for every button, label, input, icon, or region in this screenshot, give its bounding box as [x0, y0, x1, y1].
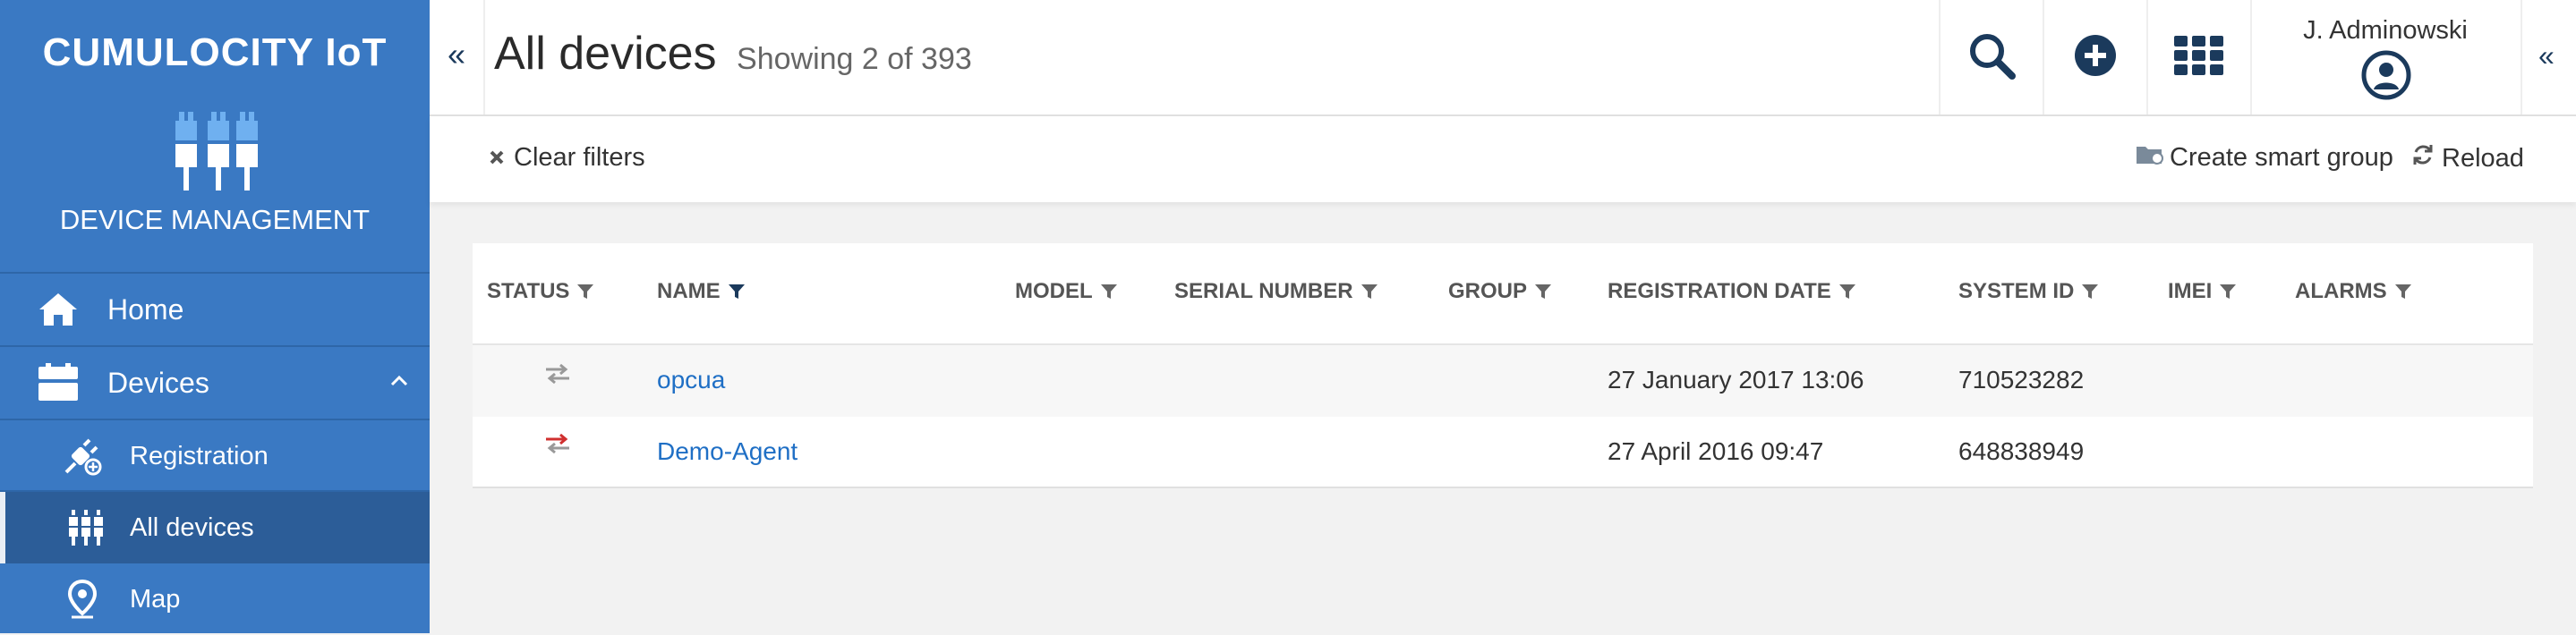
connection-unknown-icon	[544, 363, 571, 389]
device-name-link[interactable]: opcua	[657, 366, 725, 394]
column-header-system-id[interactable]: SYSTEM ID	[1958, 279, 2099, 304]
sidebar-item-home[interactable]: Home	[0, 274, 430, 345]
collapse-right-panel-icon[interactable]: «	[2538, 39, 2555, 72]
sidebar-item-label: Devices	[107, 366, 209, 399]
column-header-label: SERIAL NUMBER	[1174, 279, 1353, 303]
sidebar-item-map[interactable]: Map	[0, 563, 430, 635]
close-icon	[489, 143, 505, 173]
create-smart-group-button[interactable]: Create smart group	[2136, 143, 2393, 173]
column-header-model[interactable]: MODEL	[1015, 279, 1118, 304]
user-name[interactable]: J. Adminowski	[2256, 16, 2515, 46]
connection-error-icon	[544, 433, 571, 459]
filter-icon[interactable]	[2219, 283, 2237, 301]
reload-label: Reload	[2442, 143, 2524, 173]
registration-date-cell: 27 April 2016 09:47	[1608, 437, 1824, 465]
user-avatar-icon[interactable]	[2361, 50, 2411, 105]
sidebar-item-all-devices[interactable]: All devices	[0, 492, 430, 563]
column-header-alarms[interactable]: ALARMS	[2295, 279, 2412, 304]
create-smart-group-label: Create smart group	[2170, 143, 2393, 172]
column-header-serial-number[interactable]: SERIAL NUMBER	[1174, 279, 1378, 304]
filter-icon[interactable]	[1361, 283, 1378, 301]
system-id-cell: 648838949	[1958, 437, 2085, 465]
refresh-icon	[2411, 143, 2435, 174]
sidebar-item-label: All devices	[130, 512, 254, 542]
filter-icon[interactable]	[728, 283, 746, 301]
search-icon	[1967, 31, 2016, 84]
home-icon	[36, 287, 81, 332]
device-name-link[interactable]: Demo-Agent	[657, 437, 798, 466]
filter-icon[interactable]	[1534, 283, 1552, 301]
plug-icon	[63, 436, 102, 476]
brand-title: CUMULOCITY IoT	[42, 30, 388, 74]
column-header-label: SYSTEM ID	[1958, 279, 2075, 303]
device-count-subtitle: Showing 2 of 393	[737, 42, 972, 76]
filter-icon[interactable]	[2394, 283, 2412, 301]
column-header-label: NAME	[657, 279, 721, 303]
header-divider	[483, 0, 485, 114]
column-header-name[interactable]: NAME	[657, 279, 746, 304]
column-header-label: ALARMS	[2295, 279, 2387, 303]
clear-filters-button[interactable]: Clear filters	[489, 143, 645, 173]
column-header-group[interactable]: GROUP	[1448, 279, 1552, 304]
page-title: All devices Showing 2 of 393	[494, 27, 972, 80]
plus-circle-icon	[2074, 34, 2117, 81]
devices-icon	[36, 360, 81, 405]
sidebar-item-label: Registration	[130, 441, 269, 470]
column-header-label: REGISTRATION DATE	[1608, 279, 1831, 303]
search-button[interactable]	[1941, 0, 2043, 114]
reload-button[interactable]: Reload	[2411, 143, 2524, 174]
header-divider	[2521, 0, 2522, 114]
system-id-cell: 710523282	[1958, 366, 2085, 394]
column-header-label: MODEL	[1015, 279, 1093, 303]
app-switcher-button[interactable]	[2148, 0, 2250, 114]
column-header-label: IMEI	[2168, 279, 2213, 303]
column-header-label: GROUP	[1448, 279, 1528, 303]
column-header-registration-date[interactable]: REGISTRATION DATE	[1608, 279, 1856, 304]
collapse-sidebar-icon[interactable]: «	[448, 36, 465, 73]
chevron-up-icon[interactable]	[390, 374, 408, 391]
table-row[interactable]	[473, 343, 2533, 419]
filter-icon[interactable]	[2081, 283, 2099, 301]
sidebar-item-registration[interactable]: Registration	[0, 420, 430, 492]
devices-grid-icon	[68, 508, 107, 547]
registration-date-cell: 27 January 2017 13:06	[1608, 366, 1864, 394]
brand-subtitle: DEVICE MANAGEMENT	[59, 204, 371, 235]
column-header-status[interactable]: STATUS	[487, 279, 594, 304]
add-button[interactable]	[2044, 0, 2146, 114]
header-divider	[2250, 0, 2252, 114]
sidebar: CUMULOCITY IoT DEVICE MANAGEMENT Home De…	[0, 0, 430, 633]
filter-icon[interactable]	[576, 283, 594, 301]
filter-icon[interactable]	[1838, 283, 1856, 301]
device-management-logo-icon	[175, 112, 258, 190]
sidebar-item-label: Map	[130, 584, 181, 614]
column-header-imei[interactable]: IMEI	[2168, 279, 2237, 304]
column-header-label: STATUS	[487, 279, 570, 303]
clear-filters-label: Clear filters	[514, 143, 645, 172]
map-marker-icon	[63, 580, 102, 619]
sidebar-item-devices[interactable]: Devices	[0, 347, 430, 419]
folder-icon	[2136, 143, 2164, 173]
filter-icon[interactable]	[1100, 283, 1118, 301]
sidebar-item-label: Home	[107, 292, 184, 326]
page-title-text: All devices	[494, 28, 717, 80]
app-grid-icon	[2174, 35, 2224, 80]
